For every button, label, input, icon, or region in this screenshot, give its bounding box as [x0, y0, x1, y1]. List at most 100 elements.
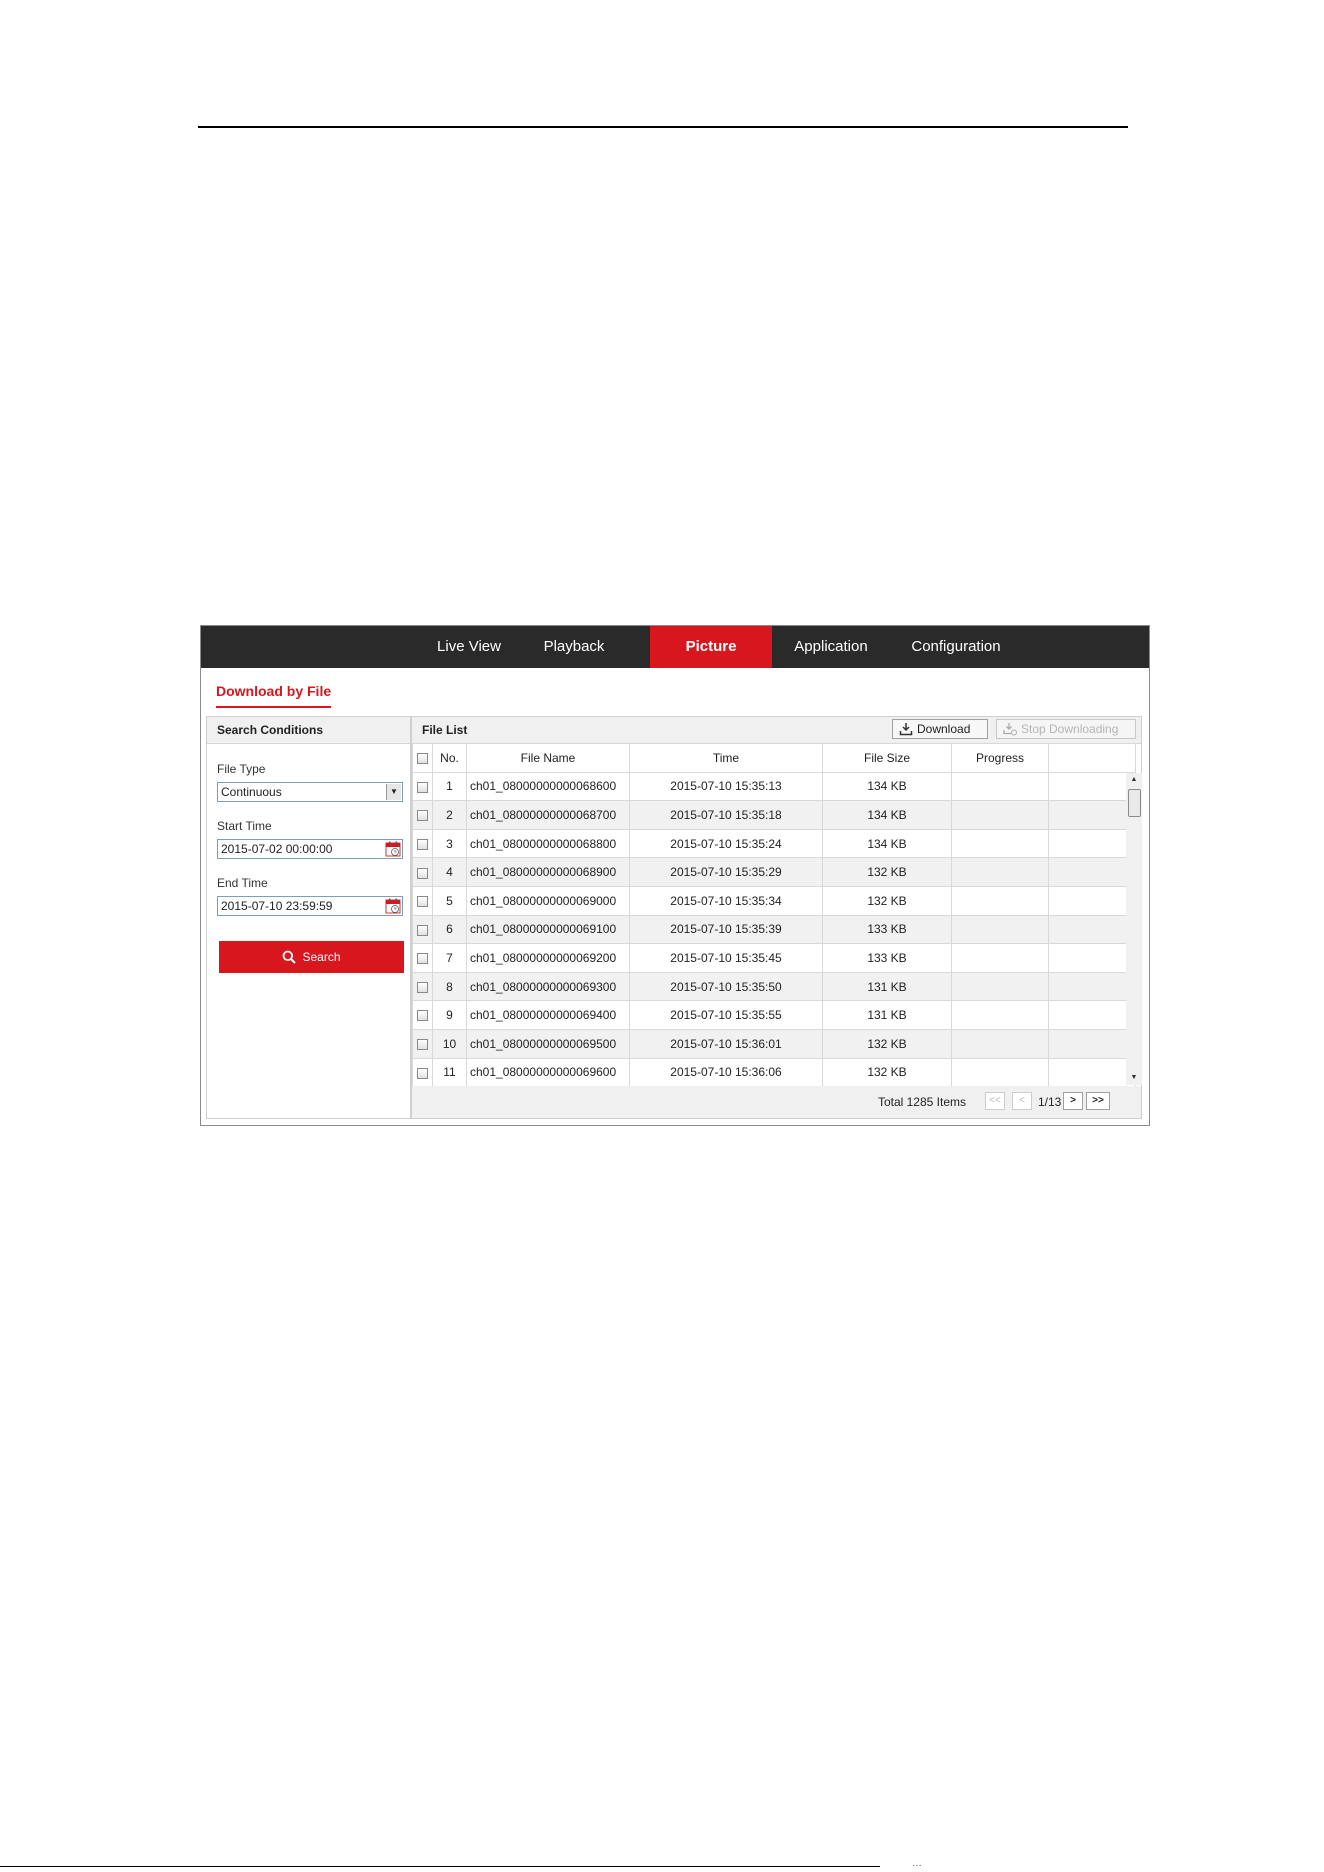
column-header-progress: Progress: [951, 743, 1049, 773]
page-footer-note: …: [912, 1858, 922, 1869]
row-time: 2015-07-10 15:36:01: [629, 1028, 823, 1059]
row-progress: [951, 914, 1049, 945]
select-all-checkbox[interactable]: [417, 753, 428, 765]
row-time: 2015-07-10 15:35:39: [629, 914, 823, 945]
row-no: 9: [432, 1000, 467, 1030]
row-progress: [951, 1000, 1049, 1030]
page-top-rule: [198, 126, 1128, 128]
row-checkbox[interactable]: [417, 1067, 428, 1079]
table-row[interactable]: 9 ch01_08000000000069400 2015-07-10 15:3…: [412, 1000, 1136, 1030]
page-bottom-rule: [0, 1866, 880, 1867]
row-progress: [951, 971, 1049, 1002]
row-file-size: 132 KB: [822, 885, 952, 916]
nav-tab-playback[interactable]: Playback: [525, 626, 623, 668]
row-file-size: 133 KB: [822, 943, 952, 973]
file-type-label: File Type: [217, 762, 266, 776]
stop-downloading-button[interactable]: Stop Downloading: [996, 719, 1136, 739]
nav-tab-configuration[interactable]: Configuration: [901, 626, 1011, 668]
row-no: 11: [432, 1057, 467, 1088]
table-row[interactable]: 5 ch01_08000000000069000 2015-07-10 15:3…: [412, 885, 1136, 916]
row-progress: [951, 800, 1049, 830]
last-page-button[interactable]: >>: [1086, 1092, 1110, 1110]
row-file-size: 133 KB: [822, 914, 952, 945]
download-icon: [899, 723, 913, 736]
column-header-file-size: File Size: [822, 743, 952, 773]
row-checkbox[interactable]: [417, 953, 428, 965]
start-time-value: 2015-07-02 00:00:00: [221, 842, 333, 856]
row-checkbox[interactable]: [417, 924, 428, 936]
download-button[interactable]: Download: [892, 719, 988, 739]
row-no: 6: [432, 914, 467, 945]
row-no: 5: [432, 885, 467, 916]
row-file-name: ch01_08000000000068800: [466, 828, 630, 859]
top-nav-bar: Live View Playback Picture Application C…: [201, 626, 1149, 668]
scroll-thumb[interactable]: [1128, 789, 1141, 817]
nav-tab-picture[interactable]: Picture: [650, 626, 772, 668]
next-page-button[interactable]: >: [1063, 1092, 1083, 1110]
search-icon: [283, 950, 297, 964]
scroll-down-arrow-icon[interactable]: ▼: [1126, 1071, 1142, 1085]
file-table: No. File Name Time File Size Progress 1 …: [412, 743, 1136, 1088]
row-file-name: ch01_08000000000069300: [466, 971, 630, 1002]
row-file-name: ch01_08000000000068600: [466, 771, 630, 802]
table-row[interactable]: 1 ch01_08000000000068600 2015-07-10 15:3…: [412, 771, 1136, 802]
row-progress: [951, 885, 1049, 916]
row-progress: [951, 857, 1049, 887]
table-row[interactable]: 6 ch01_08000000000069100 2015-07-10 15:3…: [412, 914, 1136, 945]
row-checkbox[interactable]: [417, 781, 428, 793]
row-checkbox[interactable]: [417, 981, 428, 993]
start-time-field[interactable]: 2015-07-02 00:00:00: [217, 839, 403, 859]
row-time: 2015-07-10 15:35:13: [629, 771, 823, 802]
table-row[interactable]: 3 ch01_08000000000068800 2015-07-10 15:3…: [412, 828, 1136, 859]
table-row[interactable]: 11 ch01_08000000000069600 2015-07-10 15:…: [412, 1057, 1136, 1088]
file-type-select[interactable]: Continuous ▼: [217, 782, 403, 802]
end-time-field[interactable]: 2015-07-10 23:59:59: [217, 896, 403, 916]
column-header-no: No.: [432, 743, 467, 773]
table-row[interactable]: 8 ch01_08000000000069300 2015-07-10 15:3…: [412, 971, 1136, 1002]
row-time: 2015-07-10 15:35:50: [629, 971, 823, 1002]
row-progress: [951, 771, 1049, 802]
column-header-extra: [1048, 743, 1136, 773]
pagination-bar: Total 1285 Items << < 1/13 > >>: [412, 1086, 1141, 1118]
row-no: 7: [432, 943, 467, 973]
nav-tab-application[interactable]: Application: [781, 626, 881, 668]
first-page-button[interactable]: <<: [985, 1092, 1005, 1110]
row-file-size: 134 KB: [822, 771, 952, 802]
row-no: 4: [432, 857, 467, 887]
row-file-size: 134 KB: [822, 828, 952, 859]
nav-tab-live-view[interactable]: Live View: [419, 626, 519, 668]
row-no: 8: [432, 971, 467, 1002]
total-items-text: Total 1285 Items: [877, 1095, 966, 1109]
row-file-name: ch01_08000000000069500: [466, 1028, 630, 1059]
row-file-name: ch01_08000000000069000: [466, 885, 630, 916]
row-checkbox[interactable]: [417, 1039, 428, 1051]
row-time: 2015-07-10 15:35:29: [629, 857, 823, 887]
subtab-download-by-file[interactable]: Download by File: [216, 683, 332, 708]
row-file-size: 131 KB: [822, 1000, 952, 1030]
table-row[interactable]: 4 ch01_08000000000068900 2015-07-10 15:3…: [412, 857, 1136, 887]
row-file-size: 132 KB: [822, 857, 952, 887]
table-scrollbar[interactable]: ▲ ▼: [1126, 773, 1142, 1085]
end-time-label: End Time: [217, 876, 268, 890]
row-checkbox[interactable]: [417, 896, 428, 908]
chevron-down-icon: ▼: [386, 784, 401, 800]
end-time-value: 2015-07-10 23:59:59: [221, 899, 333, 913]
row-progress: [951, 828, 1049, 859]
row-checkbox[interactable]: [417, 838, 428, 850]
row-checkbox[interactable]: [417, 1010, 428, 1022]
web-client-window: Live View Playback Picture Application C…: [200, 625, 1150, 1126]
file-list-title: File List: [422, 723, 468, 737]
search-button[interactable]: Search: [219, 941, 404, 973]
row-checkbox[interactable]: [417, 810, 428, 822]
row-time: 2015-07-10 15:35:18: [629, 800, 823, 830]
row-progress: [951, 1028, 1049, 1059]
scroll-up-arrow-icon[interactable]: ▲: [1126, 773, 1142, 787]
row-checkbox[interactable]: [417, 867, 428, 879]
prev-page-button[interactable]: <: [1012, 1092, 1032, 1110]
table-row[interactable]: 2 ch01_08000000000068700 2015-07-10 15:3…: [412, 800, 1136, 830]
table-row[interactable]: 7 ch01_08000000000069200 2015-07-10 15:3…: [412, 943, 1136, 973]
row-file-size: 132 KB: [822, 1057, 952, 1088]
calendar-icon[interactable]: [385, 841, 401, 857]
table-row[interactable]: 10 ch01_08000000000069500 2015-07-10 15:…: [412, 1028, 1136, 1059]
calendar-icon[interactable]: [385, 898, 401, 914]
